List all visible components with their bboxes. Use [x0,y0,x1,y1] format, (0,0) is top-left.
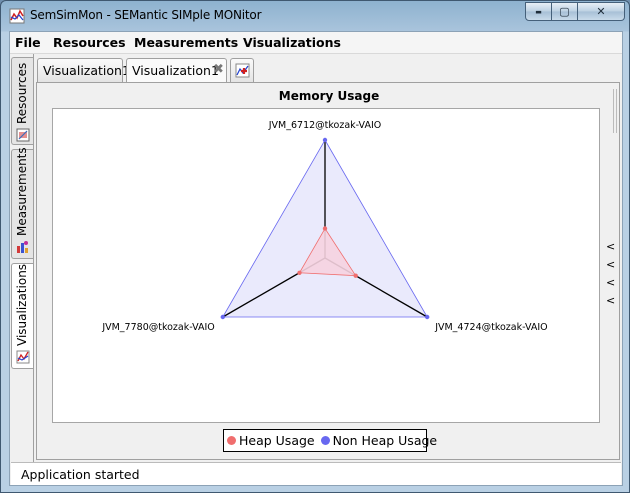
axis-label: JVM_4724@tkozak-VAIO [434,322,547,333]
window-title: SemSimMon - SEMantic SIMple MONitor [30,8,262,22]
status-bar: Application started [11,462,621,485]
collapse-arrow[interactable]: < [606,256,616,274]
tab-close-icon[interactable]: ✖ [213,62,224,77]
legend-label-non-heap: Non Heap Usage [332,433,438,448]
sidebar-divider [33,54,34,462]
mini-scrollbar[interactable] [613,89,617,133]
visualizations-icon [16,350,30,364]
collapse-arrow[interactable]: < [606,274,616,292]
menu-bar: File Resources Measurements Visualizatio… [10,32,622,54]
legend-entry-heap: Heap Usage [227,433,315,448]
measurements-icon [17,241,28,253]
sidebar-tab-visualizations[interactable]: Visualizations [11,263,33,369]
legend-swatch-heap [227,436,236,445]
sidebar-tab-measurements-label: Measurements [15,147,29,236]
chart-title: Memory Usage [278,89,380,103]
tab-label: Visualization1 [132,63,219,78]
menu-measurements[interactable]: Measurements [134,35,238,50]
sidebar-tab-measurements[interactable]: Measurements [11,147,33,259]
sidebar-tab-resources-label: Resources [15,62,29,124]
maximize-icon: ▢ [559,5,570,18]
close-icon: ✕ [596,5,606,18]
menu-resources[interactable]: Resources [53,35,126,50]
app-icon [9,8,25,24]
tab-visualization1-first[interactable]: Visualization1 [37,58,130,82]
radar-chart: JVM_6712@tkozak-VAIO JVM_4724@tkozak-VAIO… [101,120,547,333]
menu-visualizations[interactable]: Visualizations [243,35,341,50]
title-bar[interactable]: SemSimMon - SEMantic SIMple MONitor ▬ ▢ … [1,1,629,31]
collapse-arrow[interactable]: < [606,292,616,310]
data-point-non-heap [220,314,225,320]
minimize-icon: ▬ [535,7,542,16]
maximize-button[interactable]: ▢ [552,2,578,21]
legend-label-heap: Heap Usage [239,433,315,448]
legend-swatch-non-heap [320,436,330,445]
menu-file[interactable]: File [15,35,41,50]
tab-label: Visualization1 [43,63,130,78]
application-window: SemSimMon - SEMantic SIMple MONitor ▬ ▢ … [0,0,630,493]
sidebar-tab-visualizations-label: Visualizations [15,263,29,346]
client-area: File Resources Measurements Visualizatio… [9,31,623,486]
chart-legend: Heap Usage Non Heap Usage [223,429,437,452]
tab-visualization1-second[interactable]: Visualization1 ✖ [126,58,227,83]
axis-label: JVM_7780@tkozak-VAIO [101,322,214,333]
data-point-non-heap [425,314,430,320]
data-point-heap [353,273,358,278]
plot-area: JVM_6712@tkozak-VAIO JVM_4724@tkozak-VAIO… [52,108,600,423]
resources-icon [16,128,30,142]
side-arrows: < < < < [606,238,616,310]
add-chart-icon [235,63,250,78]
legend-entry-non-heap: Non Heap Usage [320,433,438,448]
collapse-arrow[interactable]: < [606,238,616,256]
minimize-button[interactable]: ▬ [525,2,552,21]
axis-label: JVM_6712@tkozak-VAIO [268,120,381,131]
status-text: Application started [21,467,140,482]
data-point-heap [322,226,328,231]
data-point-non-heap [322,137,328,143]
sidebar-tab-resources[interactable]: Resources [11,57,33,145]
close-button[interactable]: ✕ [578,2,625,21]
add-tab-button[interactable] [230,58,254,82]
data-point-heap [297,270,302,275]
visualization-panel: Memory Usage JVM_6712@tkozak-VAIO JVM_472… [36,82,620,460]
